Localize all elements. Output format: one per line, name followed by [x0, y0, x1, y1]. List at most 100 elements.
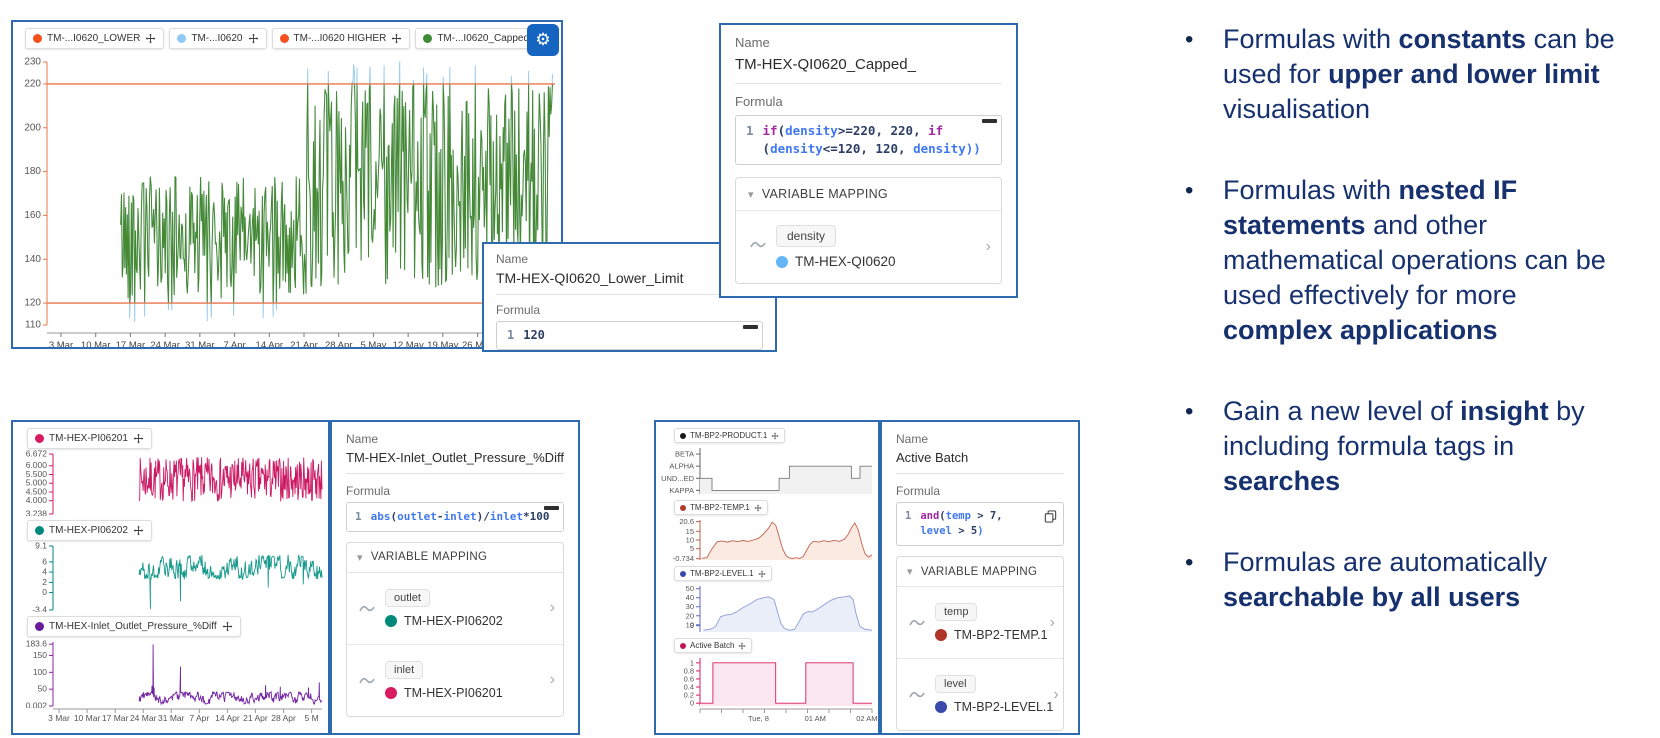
formula-editor[interactable]: 1 and(temp > 7, level > 5): [896, 502, 1064, 547]
formula-name: TM-HEX-Inlet_Outlet_Pressure_%Diff: [346, 450, 564, 465]
mapping-row[interactable]: density TM-HEX-QI0620 ›: [736, 211, 1001, 283]
svg-text:7 Apr: 7 Apr: [223, 340, 245, 347]
chevron-right-icon[interactable]: ›: [1053, 686, 1058, 704]
legend-pill[interactable]: TM-HEX-Inlet_Outlet_Pressure_%Diff: [27, 616, 241, 637]
legend-pill[interactable]: TM-BP2-PRODUCT.1: [674, 428, 786, 443]
svg-text:10 Mar: 10 Mar: [81, 340, 111, 347]
legend-label: TM-...I0620: [191, 33, 243, 44]
legend-pill[interactable]: TM-BP2-TEMP.1: [674, 500, 768, 515]
collapse-triangle-icon: ▾: [748, 188, 754, 201]
gear-icon: ⚙: [535, 30, 551, 49]
subplot-legend: TM-BP2-LEVEL.1: [656, 566, 878, 581]
formula-editor[interactable]: 1 abs(outlet-inlet)/inlet*100: [346, 502, 564, 532]
mapping-row[interactable]: level TM-BP2-LEVEL.1 ›: [897, 658, 1063, 730]
plot-svg[interactable]: 230 220 200 180 160 140 120 110 3 Mar 10 Mar 17 Ma…: [13, 22, 561, 347]
legend-pill[interactable]: TM-HEX-PI06202: [27, 520, 152, 541]
svg-text:20.6: 20.6: [679, 517, 694, 526]
subplot-svg[interactable]: 50403020109: [656, 582, 878, 634]
formula-editor[interactable]: 1 if(density>=220, 220, if (density<=120…: [735, 115, 1002, 166]
variable-mapping-header[interactable]: ▾ VARIABLE MAPPING: [347, 543, 563, 573]
name-label: Name: [735, 35, 770, 50]
subplot-svg[interactable]: 183.6150 100 50 0.002: [13, 638, 328, 708]
trend-chart-pressure: TM-HEX-PI06201 6.672 6.000 5.500 5.000 4.500 4…: [11, 420, 330, 735]
tag-name: TM-HEX-PI06202: [404, 613, 503, 628]
chart-settings-button[interactable]: ⚙: [527, 24, 559, 56]
svg-text:4.000: 4.000: [26, 495, 48, 505]
mapping-row[interactable]: inlet TM-HEX-PI06201 ›: [347, 643, 563, 716]
move-icon: [133, 433, 144, 444]
bullet-icon: •: [1185, 26, 1194, 53]
variable-mapping-title: VARIABLE MAPPING: [920, 565, 1038, 578]
subplot-svg[interactable]: 20.615105-0.734: [656, 516, 878, 562]
svg-text:50: 50: [686, 584, 694, 593]
mapping-row[interactable]: outlet TM-HEX-PI06202 ›: [347, 573, 563, 644]
move-icon: [738, 642, 746, 649]
scrollbar-thumb[interactable]: [743, 325, 758, 329]
series-color-dot: [35, 526, 44, 535]
svg-text:-3.4: -3.4: [32, 605, 47, 613]
subplot-svg[interactable]: 6.6726.0005.5005.0004.5004.0003.238: [13, 450, 328, 516]
svg-text:9: 9: [690, 621, 694, 630]
legend-label: TM-HEX-PI06201: [49, 433, 128, 444]
formula-details-panel-active-batch: Name Active Batch Formula 1 and(temp > 7…: [880, 420, 1080, 735]
chevron-right-icon[interactable]: ›: [550, 599, 555, 617]
legend-pill[interactable]: TM-...I0620 HIGHER: [271, 28, 411, 49]
svg-text:12 May: 12 May: [393, 340, 424, 347]
legend-label: TM-...I0620_Capped: [437, 33, 530, 44]
variable-mapping-section: ▾ VARIABLE MAPPING temp TM-BP2-TEMP.1 › …: [896, 556, 1064, 732]
svg-text:3 Mar: 3 Mar: [49, 340, 73, 347]
chevron-right-icon[interactable]: ›: [986, 238, 991, 256]
chevron-right-icon[interactable]: ›: [1050, 614, 1055, 632]
legend-pill[interactable]: Active Batch: [674, 638, 753, 653]
list-item: • Gain a new level of insight by includi…: [1185, 394, 1625, 499]
subplot-svg[interactable]: 9.1 6420 -3.4: [13, 542, 328, 612]
legend-pill[interactable]: TM-...I0620: [169, 28, 267, 49]
svg-text:3 Mar: 3 Mar: [48, 713, 70, 723]
svg-text:220: 220: [24, 78, 41, 89]
svg-text:110: 110: [25, 320, 41, 331]
svg-text:180: 180: [24, 166, 41, 177]
collapse-triangle-icon: ▾: [907, 566, 913, 579]
svg-text:3.238: 3.238: [26, 509, 48, 517]
scrollbar-thumb[interactable]: [544, 506, 559, 510]
series-color-dot: [680, 432, 686, 439]
divider: [896, 473, 1064, 474]
svg-text:230: 230: [24, 57, 41, 68]
variable-mapping-header[interactable]: ▾ VARIABLE MAPPING: [736, 178, 1001, 212]
plot-area[interactable]: TM-HEX-PI06201 6.672 6.000 5.500 5.000 4.500 4…: [13, 422, 328, 733]
legend-pill[interactable]: TM-...I0620_LOWER: [25, 28, 165, 49]
svg-text:BETA: BETA: [675, 450, 694, 459]
svg-text:2: 2: [42, 577, 47, 587]
legend-pill[interactable]: TM-BP2-LEVEL.1: [674, 566, 772, 581]
variable-chip: level: [935, 675, 976, 694]
svg-text:10 Mar: 10 Mar: [74, 713, 101, 723]
svg-text:14 Apr: 14 Apr: [256, 340, 283, 347]
svg-text:160: 160: [24, 210, 41, 221]
variable-mapping-section: ▾ VARIABLE MAPPING outlet TM-HEX-PI06202…: [346, 541, 564, 717]
subplot-svg[interactable]: 10.80.60.40.20: [656, 654, 878, 708]
trend-line-icon: [750, 239, 766, 250]
chevron-right-icon[interactable]: ›: [550, 671, 555, 689]
scrollbar-thumb[interactable]: [982, 119, 997, 123]
formula-name: TM-HEX-QI0620_Capped_: [735, 56, 916, 73]
plot-area[interactable]: TM-BP2-PRODUCT.1 BETA ALPHA UND...ED KAPPA TM…: [656, 422, 878, 733]
formula-editor[interactable]: 1 120: [496, 321, 763, 351]
divider: [346, 473, 564, 474]
series-color-dot: [680, 504, 686, 511]
mapping-row[interactable]: temp TM-BP2-TEMP.1 ›: [897, 587, 1063, 658]
formula-details-panel-pressure-diff: Name TM-HEX-Inlet_Outlet_Pressure_%Diff …: [330, 420, 580, 735]
legend-pill[interactable]: TM-HEX-PI06201: [27, 428, 152, 449]
subplot-svg[interactable]: BETA ALPHA UND...ED KAPPA: [656, 444, 878, 496]
trend-line-icon: [909, 617, 925, 628]
copy-icon[interactable]: [1044, 510, 1057, 523]
svg-text:5: 5: [690, 544, 694, 553]
variable-mapping-header[interactable]: ▾ VARIABLE MAPPING: [897, 557, 1063, 588]
svg-text:31 Mar: 31 Mar: [185, 340, 215, 347]
plot-area[interactable]: 230 220 200 180 160 140 120 110 3 Mar 10 Mar 17 Ma…: [13, 22, 561, 347]
trend-chart-density-capped: TM-...I0620_LOWER TM-...I0620 TM-...I0620 …: [11, 20, 563, 349]
bullet-text: Formulas with constants can be used for …: [1223, 24, 1615, 124]
svg-text:100: 100: [33, 667, 47, 677]
move-icon: [222, 621, 232, 632]
variable-mapping-title: VARIABLE MAPPING: [761, 187, 888, 202]
formula-code: if(density>=220, 220, if (density<=120, …: [762, 123, 981, 157]
